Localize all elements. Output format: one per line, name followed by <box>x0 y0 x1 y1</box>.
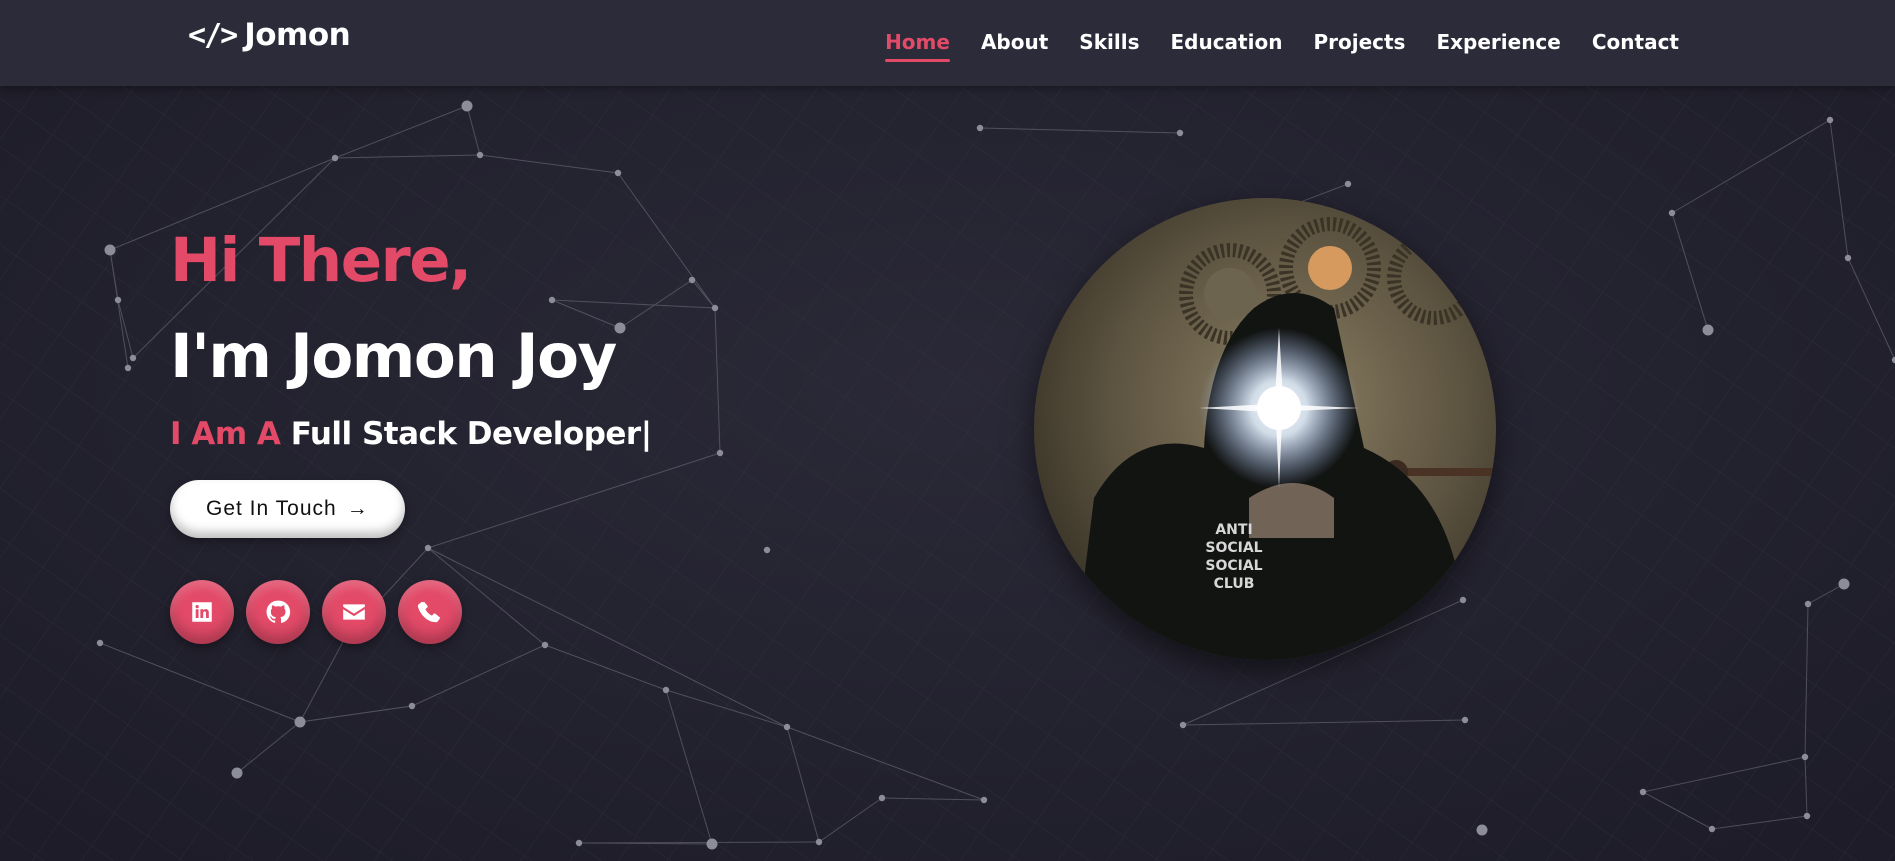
hero-name: I'm Jomon Joy <box>170 321 617 392</box>
github-icon <box>266 600 291 623</box>
nav-links: Home About Skills Education Projects Exp… <box>885 30 1679 62</box>
nav-projects[interactable]: Projects <box>1313 30 1405 62</box>
svg-text:SOCIAL: SOCIAL <box>1205 558 1262 574</box>
nav-education[interactable]: Education <box>1170 30 1282 62</box>
nav-experience[interactable]: Experience <box>1436 30 1560 62</box>
arrow-right-icon: → <box>346 497 369 520</box>
nav-home[interactable]: Home <box>885 30 950 62</box>
profile-photo: ANTI SOCIAL SOCIAL CLUB <box>1034 198 1496 660</box>
linkedin-icon <box>192 602 212 622</box>
hero-greeting: Hi There, <box>170 225 472 296</box>
social-links <box>170 580 652 644</box>
brand-name: Jomon <box>244 17 351 53</box>
role-prefix: I Am A <box>170 416 281 452</box>
envelope-icon <box>343 604 365 620</box>
phone-button[interactable] <box>398 580 462 644</box>
hero-section: Hi There, I'm Jomon Joy I Am A Full Stac… <box>170 226 652 644</box>
brand-logo[interactable]: </> Jomon <box>188 17 351 53</box>
github-button[interactable] <box>246 580 310 644</box>
svg-text:SOCIAL: SOCIAL <box>1205 540 1262 556</box>
nav-skills[interactable]: Skills <box>1079 30 1139 62</box>
top-navbar: </> Jomon Home About Skills Education Pr… <box>0 0 1895 86</box>
linkedin-button[interactable] <box>170 580 234 644</box>
phone-icon <box>417 601 440 623</box>
svg-text:CLUB: CLUB <box>1214 576 1255 592</box>
email-button[interactable] <box>322 580 386 644</box>
code-icon: </> <box>188 17 238 53</box>
get-in-touch-button[interactable]: Get In Touch → <box>170 480 405 538</box>
hero-role-line: I Am A Full Stack Developer| <box>170 414 652 454</box>
typed-role: Full Stack Developer| <box>290 416 652 452</box>
cta-label: Get In Touch <box>206 497 337 520</box>
svg-text:ANTI: ANTI <box>1215 522 1252 538</box>
nav-about[interactable]: About <box>981 30 1048 62</box>
nav-contact[interactable]: Contact <box>1592 30 1679 62</box>
